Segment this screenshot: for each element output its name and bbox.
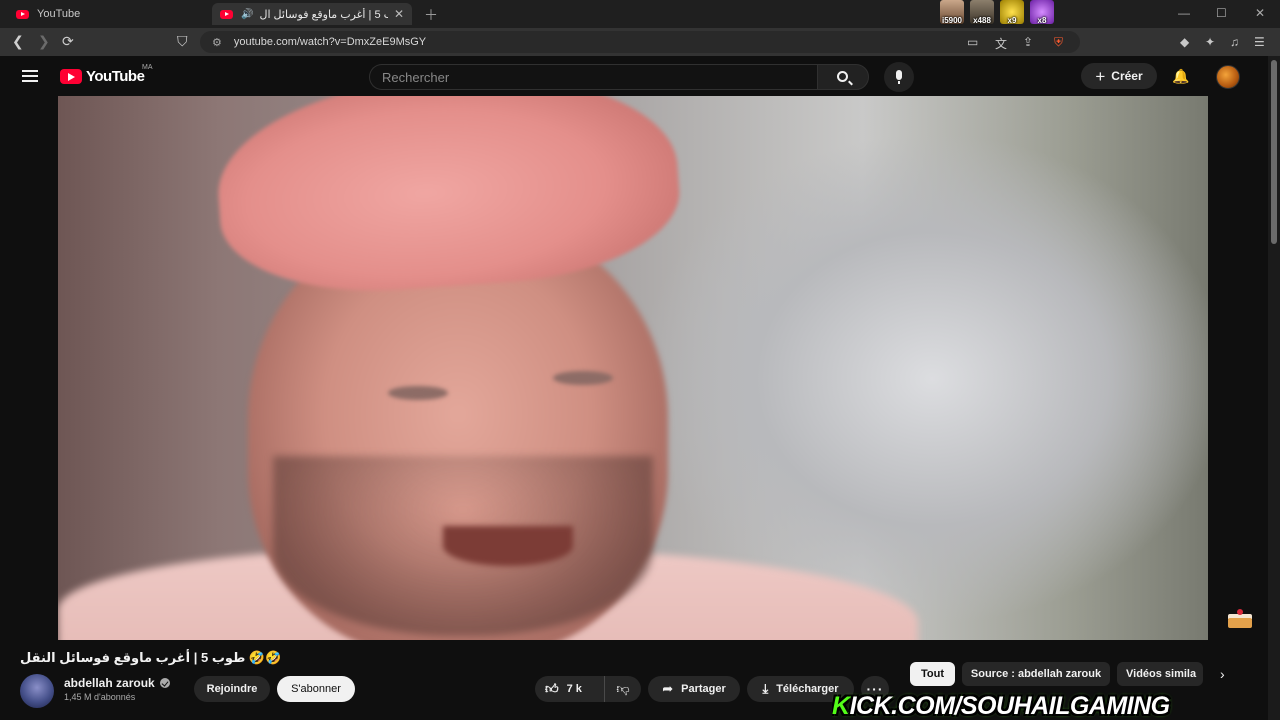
- close-tab-icon[interactable]: ✕: [394, 7, 404, 21]
- download-icon: ⤓: [762, 681, 769, 696]
- logo-text: YouTube: [86, 68, 145, 85]
- kick-stream-overlay: KICK.COM/SOUHAILGAMING: [832, 692, 1171, 720]
- share-page-icon[interactable]: ⇪: [1023, 35, 1033, 49]
- youtube-logo[interactable]: YouTube MA: [60, 64, 153, 85]
- kick-overlay-text: ICK.COM/SOUHAILGAMING: [849, 692, 1171, 720]
- back-icon[interactable]: ❮: [12, 33, 24, 50]
- video-frame-eye: [388, 386, 448, 400]
- channel-avatar[interactable]: [20, 674, 54, 708]
- cast-icon[interactable]: ▭: [967, 35, 978, 49]
- join-button[interactable]: Rejoindre: [194, 676, 270, 702]
- badge-avatar: i5900: [940, 0, 964, 25]
- site-settings-icon[interactable]: ⚙: [212, 36, 222, 49]
- stream-badges: i5900 x488 x9 x8: [940, 0, 1054, 26]
- new-tab-icon[interactable]: ＋: [424, 5, 438, 25]
- video-title: 🤣🤣 طوب 5 | أغرب ماوقع فوسائل النقل: [20, 650, 282, 665]
- close-window-icon[interactable]: ✕: [1255, 6, 1265, 20]
- browser-tab-strip: YouTube 🔊 طوب 5 | أغرب ماوقع فوسائل ال ✕…: [0, 0, 1280, 28]
- create-label: Créer: [1111, 69, 1143, 83]
- browser-tab-youtube[interactable]: YouTube: [8, 3, 208, 25]
- share-icon: ➦: [662, 681, 674, 696]
- youtube-logo-icon: [60, 69, 82, 84]
- minimize-icon[interactable]: —: [1178, 6, 1190, 20]
- browser-tab-video[interactable]: 🔊 طوب 5 | أغرب ماوقع فوسائل ال ✕: [212, 3, 412, 25]
- video-frame-eye: [553, 371, 613, 385]
- bell-icon[interactable]: 🔔: [1172, 68, 1189, 84]
- search-button[interactable]: [817, 64, 869, 90]
- mic-icon: [896, 70, 902, 84]
- share-button[interactable]: ➦ Partager: [648, 676, 740, 702]
- menu-icon[interactable]: ☰: [1254, 35, 1265, 49]
- subscriber-count: 1,45 M d'abonnés: [64, 692, 136, 702]
- plus-icon: +: [1095, 66, 1106, 86]
- translate-icon[interactable]: 文: [995, 35, 1007, 52]
- speaker-icon[interactable]: 🔊: [241, 9, 253, 20]
- chip-all[interactable]: Tout: [910, 662, 955, 686]
- maximize-icon[interactable]: ☐: [1216, 6, 1227, 20]
- wallet-icon[interactable]: ◆: [1180, 35, 1189, 49]
- scrollbar-thumb[interactable]: [1271, 60, 1277, 244]
- youtube-masthead: YouTube MA + Créer 🔔: [0, 56, 1268, 96]
- bookmark-icon[interactable]: ⛉: [177, 33, 188, 50]
- like-dislike-group: 👍︎ 7 k 👎︎: [535, 676, 641, 702]
- create-button[interactable]: + Créer: [1081, 63, 1157, 89]
- channel-name-row[interactable]: abdellah zarouk: [64, 676, 170, 690]
- tab-title: طوب 5 | أغرب ماوقع فوسائل ال: [259, 8, 387, 21]
- badge-avatar: x9: [1000, 0, 1024, 25]
- like-button[interactable]: 👍︎ 7 k: [535, 676, 605, 702]
- cake-icon: [1226, 608, 1254, 630]
- chevron-right-icon[interactable]: ›: [1220, 666, 1225, 682]
- like-icon: 👍︎: [545, 681, 559, 696]
- dislike-icon: 👎︎: [616, 681, 630, 696]
- verified-icon: [159, 678, 170, 688]
- youtube-favicon-icon: [220, 9, 233, 19]
- chip-similar-videos[interactable]: Vidéos simila: [1117, 662, 1203, 686]
- address-bar[interactable]: ⚙ youtube.com/watch?v=DmxZeE9MsGY: [200, 31, 1080, 53]
- video-frame-mouth: [443, 526, 573, 566]
- subscribe-button[interactable]: S'abonner: [277, 676, 355, 702]
- chip-source[interactable]: Source : abdellah zarouk: [962, 662, 1110, 686]
- video-player[interactable]: [58, 96, 1208, 640]
- country-code: MA: [142, 64, 153, 71]
- extensions-icon[interactable]: ✦: [1205, 35, 1215, 49]
- page-scrollbar[interactable]: [1268, 56, 1280, 720]
- guide-menu-icon[interactable]: [22, 70, 38, 82]
- user-avatar[interactable]: [1216, 65, 1240, 89]
- download-label: Télécharger: [776, 683, 839, 695]
- badge-avatar: x488: [970, 0, 994, 25]
- brave-shield-icon[interactable]: ⛨: [1054, 35, 1063, 50]
- forward-icon[interactable]: ❯: [38, 33, 50, 50]
- youtube-favicon-icon: [16, 9, 29, 19]
- media-icon[interactable]: ♫: [1230, 35, 1239, 49]
- channel-name[interactable]: abdellah zarouk: [64, 676, 155, 690]
- share-label: Partager: [681, 683, 726, 695]
- like-count: 7 k: [566, 683, 582, 695]
- badge-avatar: x8: [1030, 0, 1054, 25]
- search-box: [369, 64, 817, 90]
- url-text: youtube.com/watch?v=DmxZeE9MsGY: [233, 36, 427, 48]
- dislike-button[interactable]: 👎︎: [605, 681, 641, 697]
- search-input[interactable]: [370, 65, 817, 89]
- voice-search-button[interactable]: [884, 62, 914, 92]
- tab-title: YouTube: [37, 8, 81, 20]
- search-icon: [837, 71, 848, 82]
- reload-icon[interactable]: ⟳: [62, 33, 74, 50]
